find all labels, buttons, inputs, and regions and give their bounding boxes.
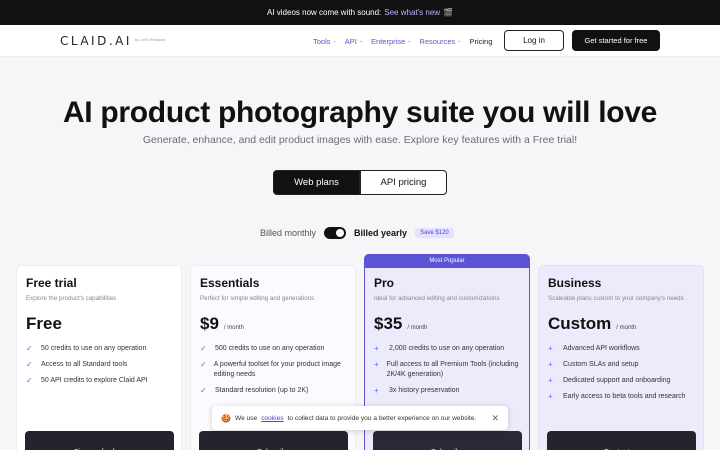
nav-pricing[interactable]: Pricing xyxy=(469,37,492,46)
plan-description: Explore the product's capabilities xyxy=(26,295,117,302)
feature-item: ✓ Standard resolution (up to 2K) xyxy=(200,386,309,395)
plus-icon: + xyxy=(548,360,553,369)
plan-card-business: Business Scaleable plans custom to your … xyxy=(538,265,704,450)
feature-item: + Advanced API workflows xyxy=(548,344,640,353)
plan-price: Free xyxy=(26,314,62,333)
feature-item: +2,000 credits to use on any operation xyxy=(374,344,505,353)
subscribe-essentials-button[interactable]: Subscribe xyxy=(199,431,348,450)
logo[interactable]: CLAID.AI by Let's Enhance xyxy=(60,34,165,48)
feature-item: ✓ 50 API credits to explore Claid API xyxy=(26,376,148,385)
check-icon: ✓ xyxy=(26,344,33,353)
price-row: $35 / month xyxy=(374,314,520,334)
chevron-down-icon: ⌄ xyxy=(358,38,364,44)
top-nav: CLAID.AI by Let's Enhance Tools ⌄ API ⌄ En… xyxy=(0,25,720,57)
billing-toggle-row: Billed monthly Billed yearly Save $120 xyxy=(260,226,454,240)
logo-subtext: by Let's Enhance xyxy=(134,36,166,42)
cookie-text-post: to collect data to provide you a better … xyxy=(287,414,477,422)
nav-tools[interactable]: Tools ⌄ xyxy=(313,37,337,46)
billing-toggle[interactable] xyxy=(324,227,347,239)
feature-list: + Advanced API workflows + Custom SLAs and… xyxy=(548,344,694,402)
feature-item: + Early access to beta tools and research xyxy=(548,392,686,401)
plan-price: $9 xyxy=(200,314,219,333)
chevron-down-icon: ⌄ xyxy=(407,38,412,44)
feature-item: + Dedicated support and onboarding xyxy=(548,376,671,385)
nav-api[interactable]: API ⌄ xyxy=(345,37,363,46)
price-row: $9 / month xyxy=(200,314,346,334)
page-title: AI product photography suite you will lo… xyxy=(62,96,658,129)
toggle-knob xyxy=(336,229,345,237)
plus-icon: + xyxy=(374,344,379,353)
contact-us-button[interactable]: Contact us xyxy=(547,431,696,450)
logo-text: CLAID.AI xyxy=(60,33,132,48)
save-badge: Save $120 xyxy=(415,228,454,238)
announcement-text: AI videos now come with sound: xyxy=(266,8,382,17)
price-row: Custom / month xyxy=(548,314,694,334)
price-period: / month xyxy=(223,325,244,331)
plan-name: Pro xyxy=(374,276,395,290)
page-subtitle: Generate, enhance, and edit product imag… xyxy=(142,134,578,146)
close-icon[interactable]: ✕ xyxy=(491,413,499,424)
plan-description: Scaleable plans custom to your company's… xyxy=(548,295,684,302)
cookie-icon: 🍪 xyxy=(221,413,231,423)
plus-icon: + xyxy=(374,360,379,369)
plus-icon: + xyxy=(548,392,553,401)
plan-tabs: Web plans API pricing xyxy=(273,170,447,195)
plan-name: Business xyxy=(548,276,602,290)
plan-description: Perfect for simple editing and generatio… xyxy=(200,295,315,302)
feature-item: ✓ 50 credits to use on any operation xyxy=(26,344,147,353)
announcement-bar: AI videos now come with sound: See what'… xyxy=(0,0,720,25)
nav-resources[interactable]: Resources ⌄ xyxy=(419,37,461,46)
plan-description: Ideal for advanced editing and customiza… xyxy=(374,295,500,302)
feature-item: + Custom SLAs and setup xyxy=(548,360,639,369)
feature-item: ✓ A powerful toolset for your product ima… xyxy=(200,360,341,378)
cookie-banner: 🍪 We use cookies to collect data to prov… xyxy=(212,406,508,430)
feature-list: ✓ 50 credits to use on any operation ✓ Acc… xyxy=(26,344,172,386)
check-icon: ✓ xyxy=(200,344,207,353)
tab-web-plans[interactable]: Web plans xyxy=(273,170,360,195)
plan-price: Custom xyxy=(548,314,612,333)
plus-icon: + xyxy=(548,344,553,353)
feature-list: +2,000 credits to use on any operation +… xyxy=(374,344,520,396)
billed-monthly-label[interactable]: Billed monthly xyxy=(260,228,316,238)
chevron-down-icon: ⌄ xyxy=(457,38,462,44)
plan-price: $35 xyxy=(374,314,403,333)
most-popular-badge: Most Popular xyxy=(364,254,530,268)
announcement-link[interactable]: See what's new xyxy=(384,8,440,17)
feature-list: ✓ 500 credits to use on any operation ✓ A … xyxy=(200,344,346,396)
clapperboard-icon: 🎬 xyxy=(443,8,454,17)
feature-item: + Full access to all Premium Tools (inclu… xyxy=(374,360,519,378)
get-started-button[interactable]: Get started for free xyxy=(572,30,660,51)
price-period: / month xyxy=(407,325,428,331)
plan-card-free-trial: Free trial Explore the product's capabil… xyxy=(16,265,182,450)
check-icon: ✓ xyxy=(200,386,207,395)
tab-api-pricing[interactable]: API pricing xyxy=(360,170,447,195)
subscribe-pro-button[interactable]: Subscribe xyxy=(373,431,522,450)
nav-links: Tools ⌄ API ⌄ Enterprise ⌄ Resources ⌄ Prici… xyxy=(313,25,492,57)
sign-up-free-button[interactable]: Sign up for free xyxy=(25,431,174,450)
plus-icon: + xyxy=(374,386,379,395)
feature-item: ✓ 500 credits to use on any operation xyxy=(200,344,325,353)
price-row: Free xyxy=(26,314,172,334)
plan-name: Free trial xyxy=(26,276,77,290)
check-icon: ✓ xyxy=(200,360,207,369)
cookie-text-pre: We use xyxy=(234,414,258,422)
cookies-link[interactable]: cookies xyxy=(261,415,283,422)
check-icon: ✓ xyxy=(26,376,33,385)
price-period: / month xyxy=(616,325,637,331)
chevron-down-icon: ⌄ xyxy=(332,38,337,44)
feature-item: ✓ Access to all Standard tools xyxy=(26,360,128,369)
login-button[interactable]: Log in xyxy=(504,30,564,51)
check-icon: ✓ xyxy=(26,360,33,369)
feature-item: +3x history preservation xyxy=(374,386,460,395)
plus-icon: + xyxy=(548,376,553,385)
nav-enterprise[interactable]: Enterprise ⌄ xyxy=(371,37,411,46)
billed-yearly-label[interactable]: Billed yearly xyxy=(354,228,407,238)
plan-name: Essentials xyxy=(200,276,260,290)
